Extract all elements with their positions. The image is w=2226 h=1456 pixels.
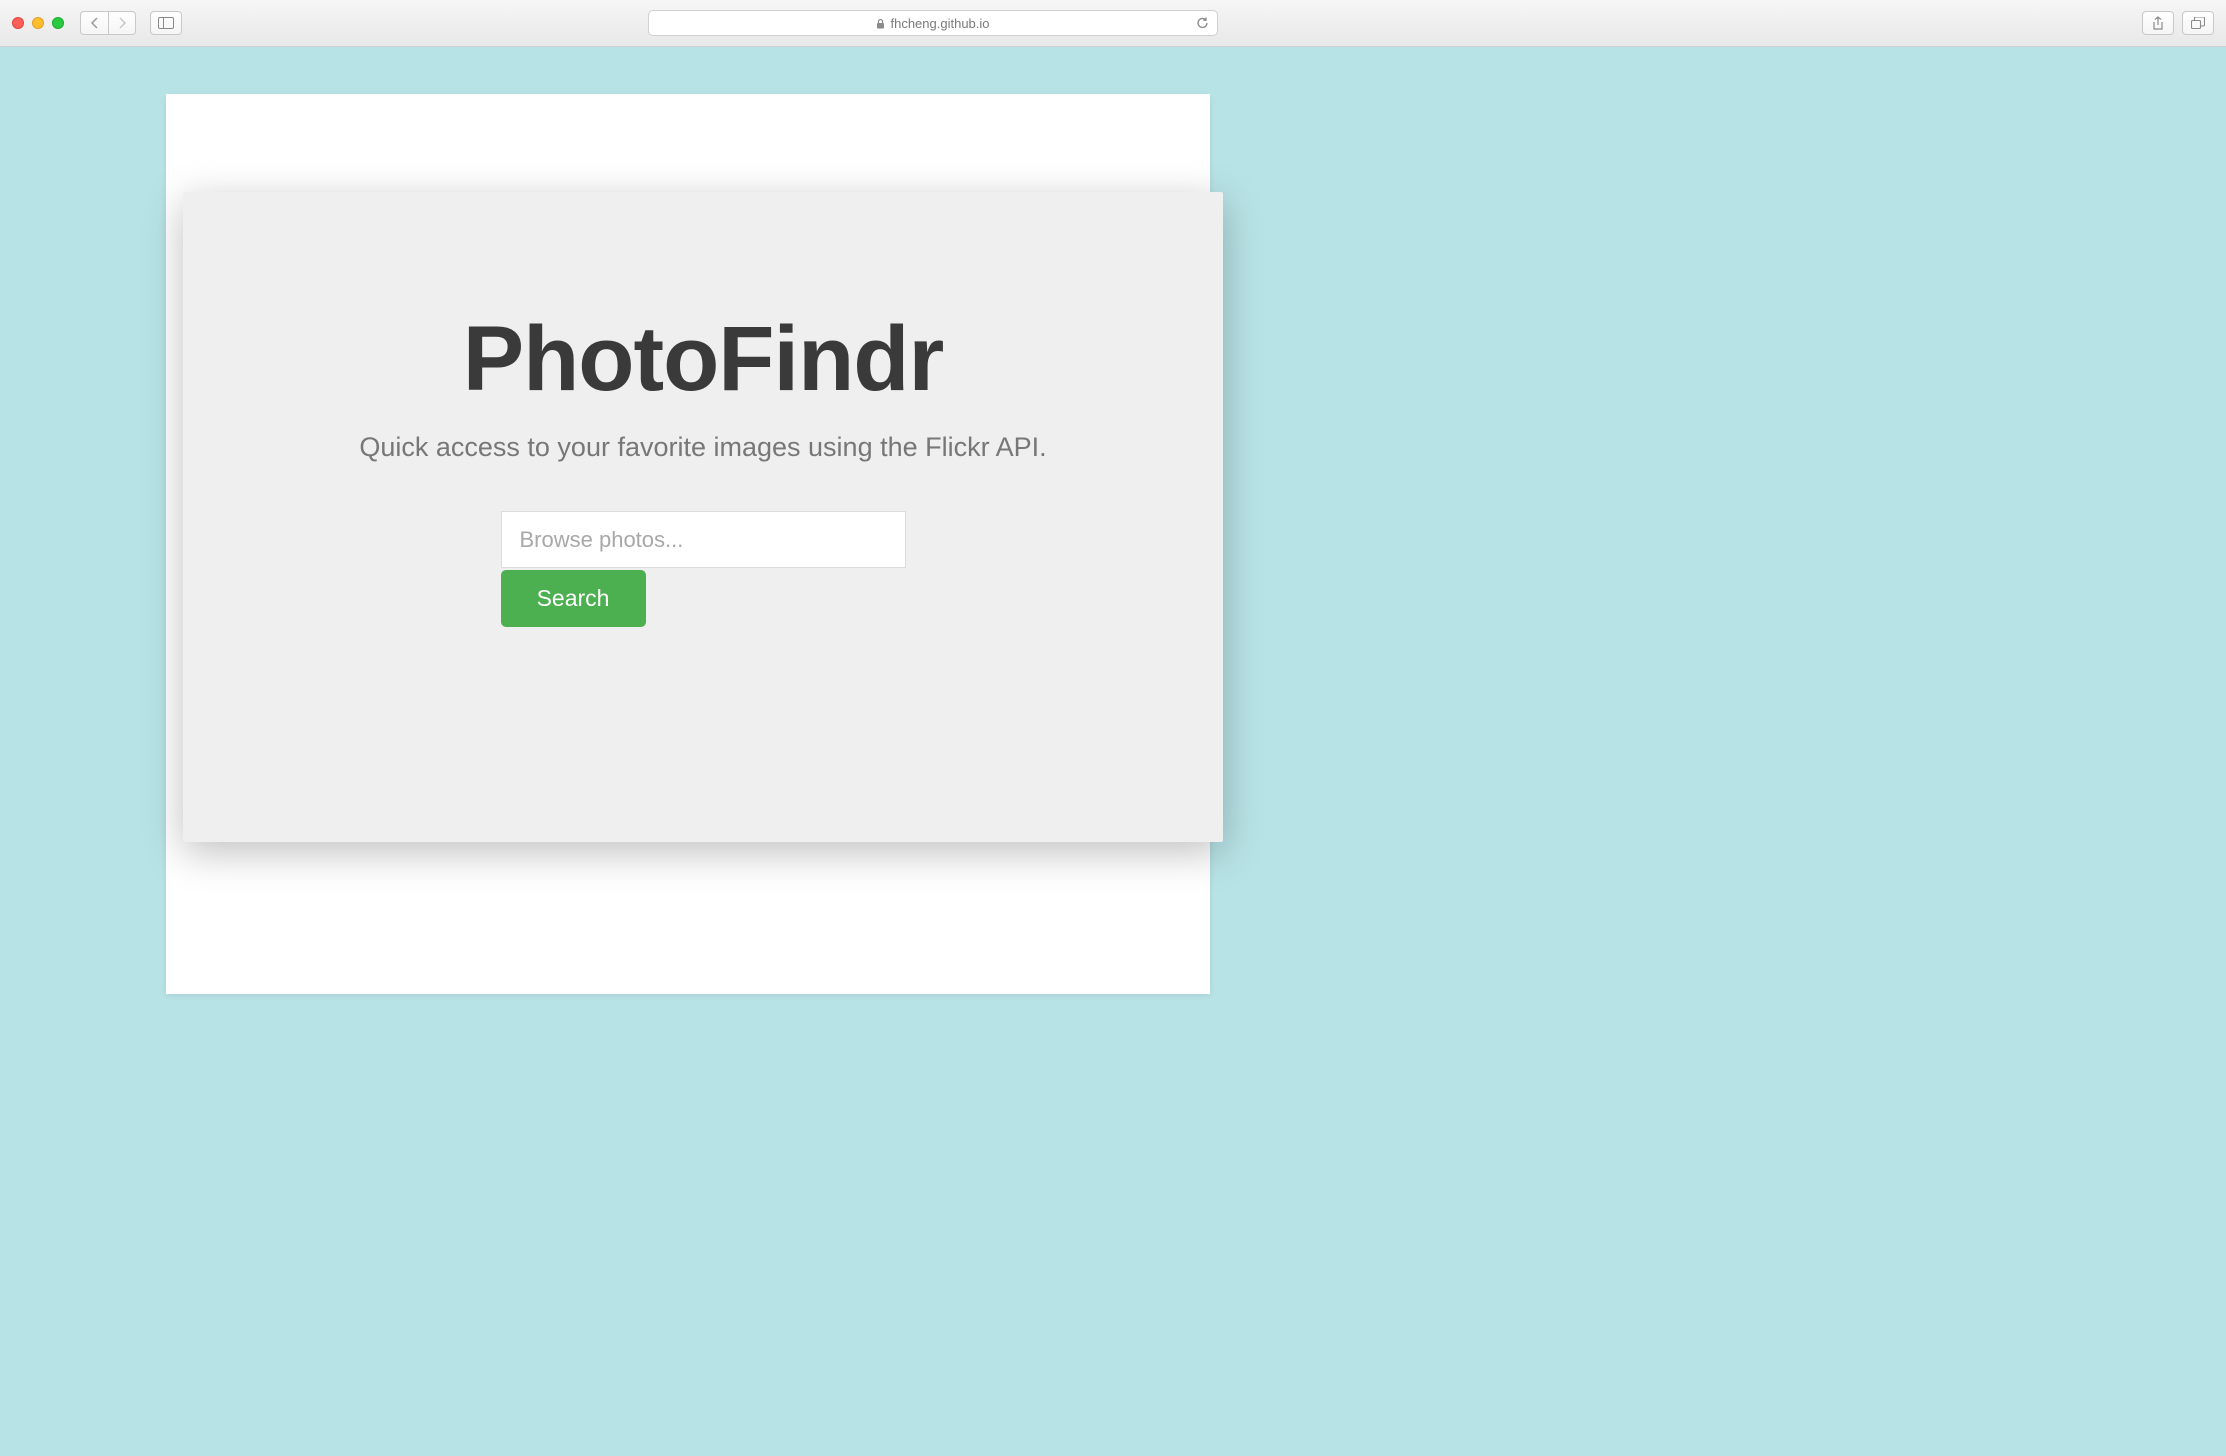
navigation-buttons — [80, 11, 136, 35]
right-toolbar-controls — [2142, 11, 2214, 35]
sidebar-icon — [158, 17, 174, 29]
reload-icon — [1196, 16, 1209, 30]
forward-button[interactable] — [108, 11, 136, 35]
chevron-left-icon — [90, 17, 99, 29]
sidebar-toggle-button[interactable] — [150, 11, 182, 35]
window-controls — [12, 17, 64, 29]
close-window-button[interactable] — [12, 17, 24, 29]
search-input[interactable] — [501, 511, 906, 568]
search-button[interactable]: Search — [501, 570, 646, 627]
hero-panel: PhotoFindr Quick access to your favorite… — [183, 192, 1223, 842]
chevron-right-icon — [118, 17, 127, 29]
maximize-window-button[interactable] — [52, 17, 64, 29]
tabs-icon — [2191, 17, 2205, 29]
url-text: fhcheng.github.io — [890, 16, 989, 31]
tabs-button[interactable] — [2182, 11, 2214, 35]
share-icon — [2152, 16, 2164, 31]
app-title: PhotoFindr — [463, 307, 944, 412]
back-button[interactable] — [80, 11, 108, 35]
page-viewport: PhotoFindr Quick access to your favorite… — [0, 47, 2226, 1456]
share-button[interactable] — [2142, 11, 2174, 35]
reload-button[interactable] — [1196, 16, 1209, 30]
url-display: fhcheng.github.io — [876, 16, 989, 31]
address-bar[interactable]: fhcheng.github.io — [648, 10, 1218, 36]
app-subtitle: Quick access to your favorite images usi… — [359, 432, 1046, 463]
browser-toolbar: fhcheng.github.io — [0, 0, 2226, 47]
minimize-window-button[interactable] — [32, 17, 44, 29]
lock-icon — [876, 18, 885, 29]
search-form: Search — [501, 511, 906, 627]
